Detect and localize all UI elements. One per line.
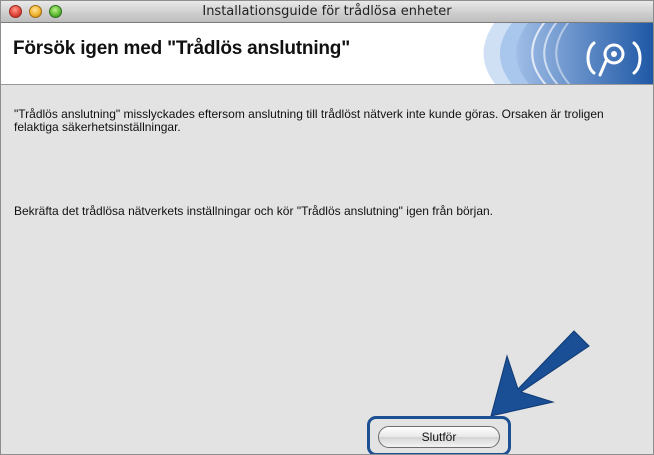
window-title: Installationsguide för trådlösa enheter bbox=[202, 4, 452, 19]
finish-button[interactable]: Slutför bbox=[378, 426, 500, 448]
error-message: "Trådlös anslutning" misslyckades efters… bbox=[14, 107, 604, 134]
content-area: "Trådlös anslutning" misslyckades efters… bbox=[1, 85, 653, 454]
header-logo bbox=[458, 23, 653, 84]
wireless-logo-graphic bbox=[483, 23, 653, 84]
instruction-message: Bekräfta det trådlösa nätverkets inställ… bbox=[14, 204, 494, 218]
installer-window: Installationsguide för trådlösa enheter … bbox=[0, 0, 654, 455]
page-title: Försök igen med "Trådlös anslutning" bbox=[13, 38, 351, 59]
title-bar[interactable]: Installationsguide för trådlösa enheter bbox=[1, 1, 653, 23]
page-header: Försök igen med "Trådlös anslutning" bbox=[1, 23, 653, 85]
